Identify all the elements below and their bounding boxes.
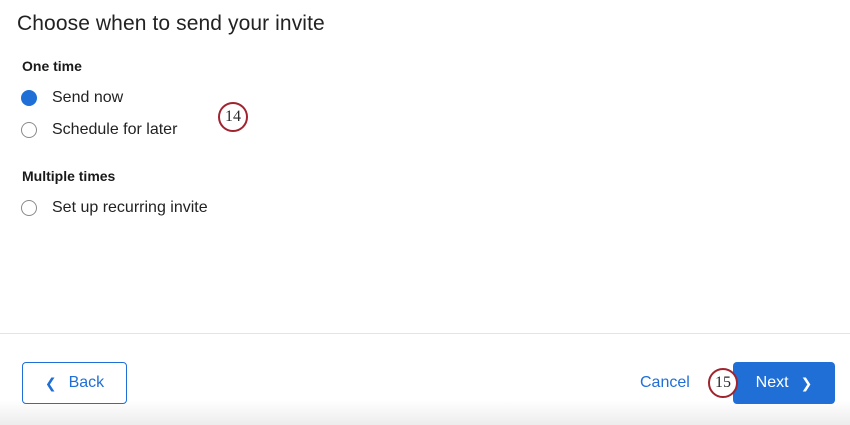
radio-option-label: Schedule for later xyxy=(52,121,178,138)
back-button[interactable]: ❮ Back xyxy=(22,362,127,404)
radio-option-label: Set up recurring invite xyxy=(52,199,208,216)
radio-option-schedule-later[interactable]: Schedule for later xyxy=(21,119,177,141)
section-label-one-time: One time xyxy=(22,58,82,74)
step-marker-15: 15 xyxy=(708,368,738,398)
page-title: Choose when to send your invite xyxy=(17,12,325,35)
step-marker-14: 14 xyxy=(218,102,248,132)
radio-selected-icon[interactable] xyxy=(21,90,37,106)
cancel-link[interactable]: Cancel xyxy=(640,374,690,392)
radio-unselected-icon[interactable] xyxy=(21,200,37,216)
chevron-right-icon: ❯ xyxy=(800,374,813,391)
radio-option-recurring[interactable]: Set up recurring invite xyxy=(21,197,208,219)
dialog-footer: ❮ Back Cancel Next ❯ 15 xyxy=(0,333,850,425)
radio-option-send-now[interactable]: Send now xyxy=(21,87,123,109)
radio-option-label: Send now xyxy=(52,89,124,106)
back-button-label: Back xyxy=(68,374,105,391)
next-button-label: Next xyxy=(755,374,789,391)
radio-unselected-icon[interactable] xyxy=(21,122,37,138)
next-button[interactable]: Next ❯ xyxy=(733,362,835,404)
send-invite-dialog: Choose when to send your invite One time… xyxy=(0,0,850,425)
chevron-left-icon: ❮ xyxy=(44,374,57,391)
section-label-multiple-times: Multiple times xyxy=(22,168,116,184)
